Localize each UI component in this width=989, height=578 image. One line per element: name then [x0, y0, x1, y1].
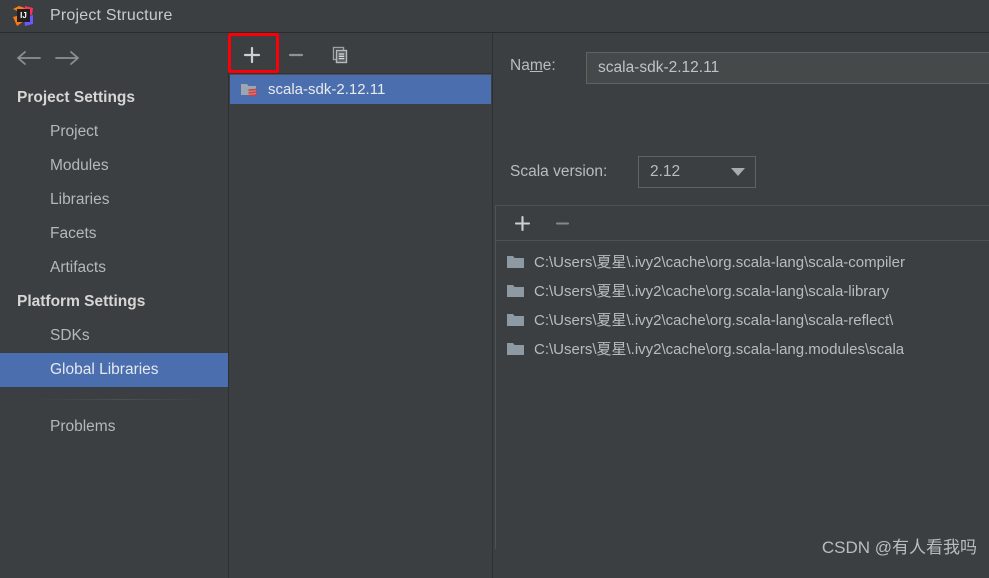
list-item[interactable]: C:\Users\夏星\.ivy2\cache\org.scala-lang\s…	[496, 276, 989, 305]
svg-text:IJ: IJ	[20, 11, 27, 20]
compiler-classpath-box: C:\Users\夏星\.ivy2\cache\org.scala-lang\s…	[495, 205, 989, 549]
tree-group-project-settings: Project Settings	[17, 89, 135, 106]
folder-icon	[506, 254, 525, 269]
library-list-toolbar	[230, 37, 491, 74]
scala-version-label: Scala version:	[510, 163, 608, 180]
list-item[interactable]: C:\Users\夏星\.ivy2\cache\org.scala-lang.m…	[496, 334, 989, 363]
add-library-button[interactable]	[230, 39, 274, 71]
classpath-path: C:\Users\夏星\.ivy2\cache\org.scala-lang\s…	[534, 312, 894, 329]
settings-sidebar: Project Settings Project Modules Librari…	[0, 33, 229, 578]
chevron-down-icon	[731, 168, 745, 176]
list-item-label: scala-sdk-2.12.11	[268, 81, 386, 98]
copy-icon	[332, 46, 348, 64]
list-item[interactable]: scala-sdk-2.12.11	[230, 75, 491, 104]
sidebar-item-project[interactable]: Project	[0, 115, 228, 149]
sidebar-item-sdks[interactable]: SDKs	[0, 319, 228, 353]
settings-tree: Project Settings Project Modules Librari…	[0, 81, 228, 444]
intellij-idea-icon: IJ	[12, 5, 34, 27]
folder-icon	[506, 283, 525, 298]
copy-library-button[interactable]	[318, 39, 362, 71]
navigation-buttons	[0, 41, 86, 75]
arrow-left-icon	[17, 51, 41, 65]
plus-icon	[243, 46, 261, 64]
classpath-toolbar	[496, 206, 989, 241]
title-bar: IJ Project Structure	[0, 0, 989, 33]
classpath-path: C:\Users\夏星\.ivy2\cache\org.scala-lang\s…	[534, 283, 890, 300]
library-detail-panel: Name: scala-sdk-2.12.11 Scala version: 2…	[492, 33, 989, 578]
scala-version-value: 2.12	[650, 163, 681, 180]
classpath-path: C:\Users\夏星\.ivy2\cache\org.scala-lang.m…	[534, 341, 905, 358]
folder-icon	[506, 312, 525, 327]
classpath-path: C:\Users\夏星\.ivy2\cache\org.scala-lang\s…	[534, 254, 905, 271]
name-label: Name:	[510, 57, 556, 74]
list-item[interactable]: C:\Users\夏星\.ivy2\cache\org.scala-lang\s…	[496, 247, 989, 276]
minus-icon	[288, 53, 304, 57]
sidebar-item-facets[interactable]: Facets	[0, 217, 228, 251]
forward-button[interactable]	[48, 44, 86, 72]
minus-icon	[555, 221, 569, 225]
sidebar-item-problems[interactable]: Problems	[0, 410, 228, 444]
folder-icon	[506, 341, 525, 356]
scala-sdk-icon	[240, 81, 260, 98]
remove-library-button[interactable]	[274, 39, 318, 71]
name-row: Name:	[510, 57, 556, 75]
sidebar-item-global-libraries[interactable]: Global Libraries	[0, 353, 228, 387]
scala-version-dropdown[interactable]: 2.12	[638, 156, 756, 188]
remove-classpath-button[interactable]	[542, 208, 582, 238]
tree-group-platform-settings: Platform Settings	[17, 293, 146, 310]
library-list: scala-sdk-2.12.11	[230, 74, 491, 578]
sidebar-item-modules[interactable]: Modules	[0, 149, 228, 183]
sidebar-item-libraries[interactable]: Libraries	[0, 183, 228, 217]
plus-icon	[514, 215, 530, 231]
add-classpath-button[interactable]	[502, 208, 542, 238]
library-list-panel: scala-sdk-2.12.11	[230, 33, 491, 578]
sidebar-divider	[34, 399, 211, 400]
watermark: CSDN @有人看我吗	[821, 538, 977, 557]
arrow-right-icon	[55, 51, 79, 65]
classpath-list: C:\Users\夏星\.ivy2\cache\org.scala-lang\s…	[496, 241, 989, 363]
list-item[interactable]: C:\Users\夏星\.ivy2\cache\org.scala-lang\s…	[496, 305, 989, 334]
sidebar-item-artifacts[interactable]: Artifacts	[0, 251, 228, 285]
name-input[interactable]: scala-sdk-2.12.11	[586, 52, 989, 84]
project-structure-window: IJ Project Structure Project Settings Pr…	[0, 0, 989, 578]
scala-version-row: Scala version:	[510, 163, 607, 181]
window-title: Project Structure	[50, 7, 173, 24]
back-button[interactable]	[10, 44, 48, 72]
